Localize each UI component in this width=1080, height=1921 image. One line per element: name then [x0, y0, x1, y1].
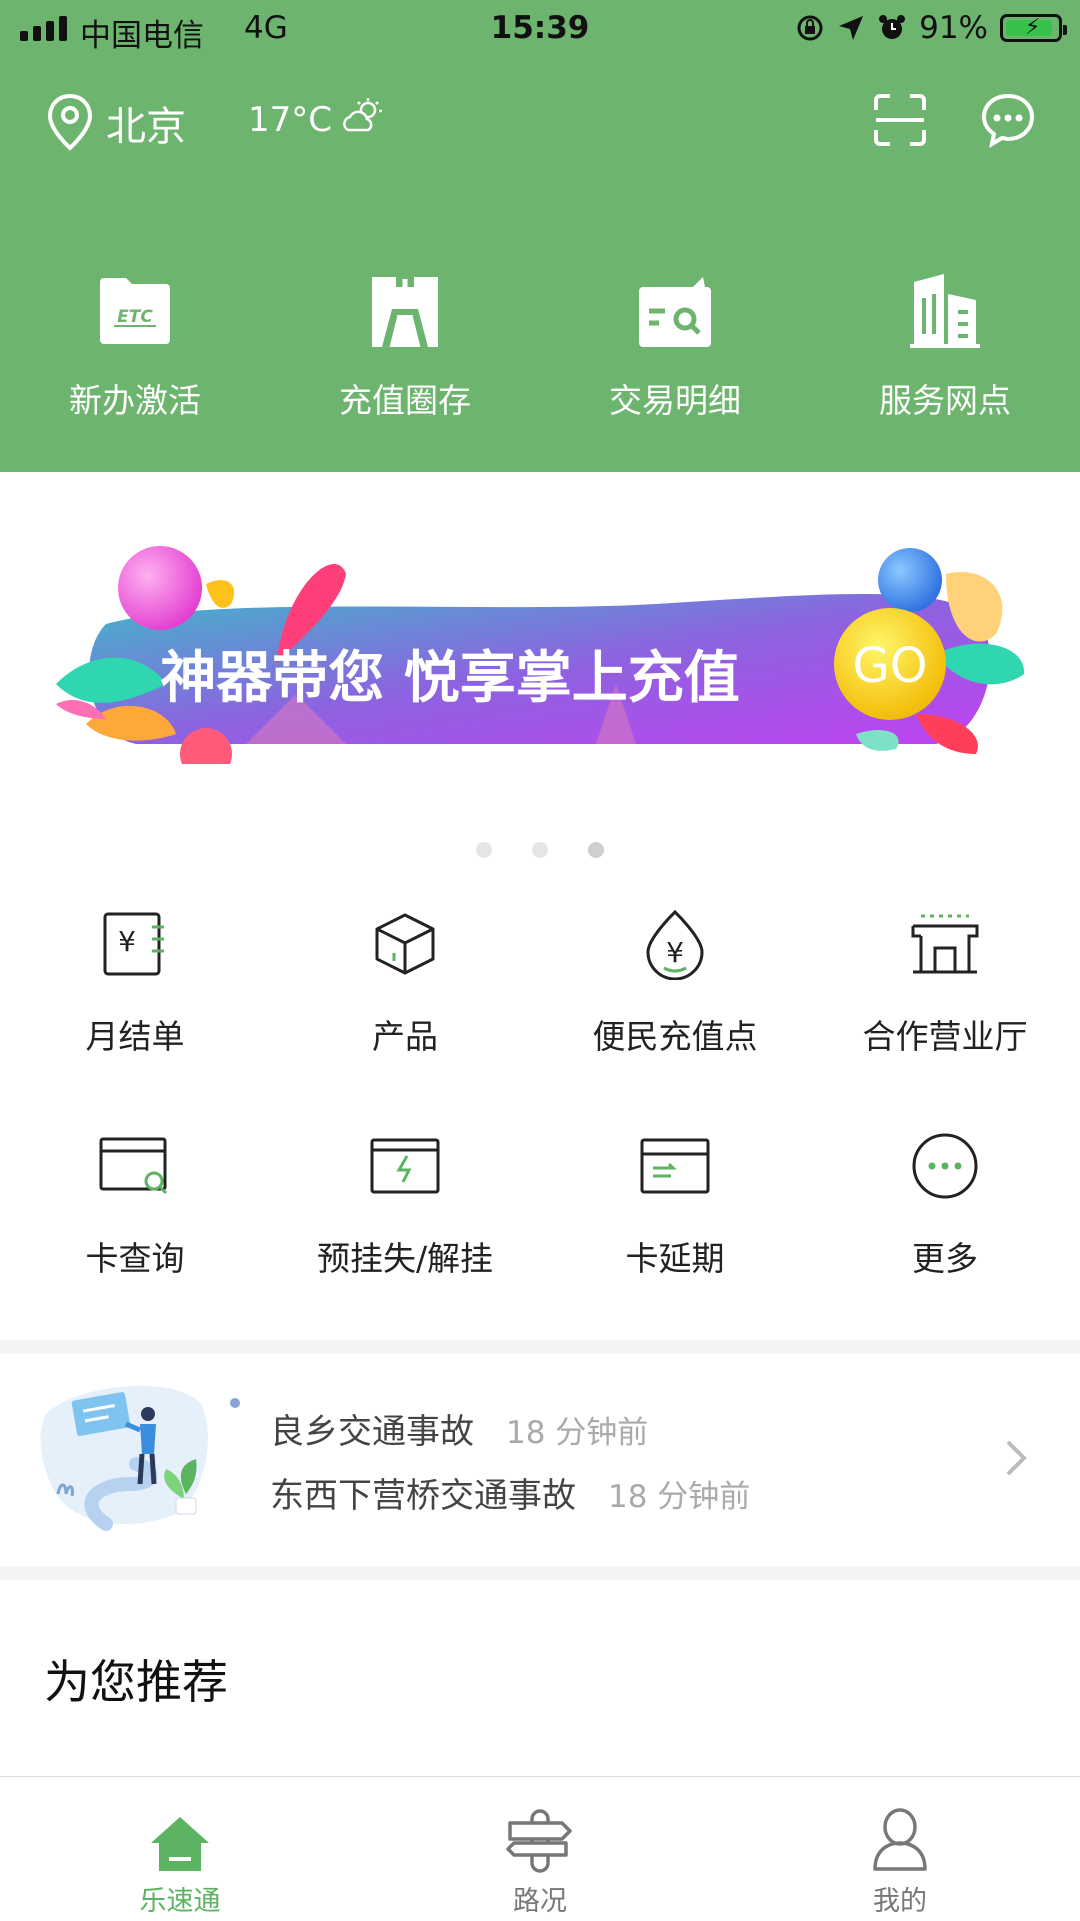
go-label: GO [853, 638, 928, 694]
carousel-dot[interactable] [476, 842, 492, 858]
news-time: 18 分钟前 [608, 1479, 751, 1515]
service-label: 卡查询 [85, 1239, 185, 1278]
store-icon [911, 914, 979, 974]
section-title-recommend: 为您推荐 [44, 1655, 228, 1709]
battery-percent: 91% [919, 10, 988, 46]
temperature: 17°C [248, 100, 333, 140]
divider [0, 1566, 1080, 1580]
service-label: 卡延期 [625, 1239, 725, 1278]
location-bar: 北京 17°C [0, 86, 1080, 156]
more-icon [912, 1133, 978, 1199]
service-label: 便民充值点 [592, 1017, 758, 1056]
service-label: 更多 [912, 1239, 978, 1278]
card-lost-icon [370, 1138, 440, 1194]
tab-home[interactable]: 乐速通 [0, 1777, 360, 1921]
location-pin-icon[interactable] [44, 92, 96, 152]
yen-drop-icon: ¥ [646, 909, 704, 980]
service-label: 合作营业厅 [862, 1017, 1028, 1056]
svg-text:¥: ¥ [666, 936, 684, 969]
news-title: 良乡交通事故 [270, 1412, 474, 1452]
chevron-right-icon[interactable] [1004, 1438, 1028, 1478]
etc-card-icon: ETC [100, 278, 170, 344]
carousel-indicator [0, 842, 1080, 858]
service-card-query[interactable]: 卡查询 [0, 1122, 270, 1344]
building-icon [910, 274, 980, 348]
service-products[interactable]: 产品 [270, 900, 540, 1122]
service-monthly-bill[interactable]: ¥ 月结单 [0, 900, 270, 1122]
quick-action-recharge[interactable]: 充值圈存 [270, 270, 540, 422]
tab-mine[interactable]: 我的 [720, 1777, 1080, 1921]
service-card-extend[interactable]: 卡延期 [540, 1122, 810, 1344]
news-item[interactable]: 良乡交通事故 18 分钟前 [270, 1404, 648, 1453]
card-extend-icon [640, 1138, 710, 1194]
quick-action-activate[interactable]: ETC 新办激活 [0, 270, 270, 422]
news-item[interactable]: 东西下营桥交通事故 18 分钟前 [270, 1468, 750, 1517]
service-label: 产品 [372, 1017, 438, 1056]
quick-action-label: 充值圈存 [339, 381, 471, 420]
service-grid: ¥ 月结单 产品 ¥ 便民充值点 合作营业厅 卡查询 预挂失/解挂 卡延期 更多 [0, 900, 1080, 1344]
service-label: 月结单 [85, 1017, 185, 1056]
service-label: 预挂失/解挂 [316, 1239, 494, 1278]
quick-actions: ETC 新办激活 充值圈存 交易明细 服务网点 [0, 270, 1080, 422]
traffic-news[interactable]: 良乡交通事故 18 分钟前 东西下营桥交通事故 18 分钟前 [0, 1352, 1080, 1566]
promo-banner[interactable]: 神器带您 悦享掌上充值 GO [56, 544, 1024, 764]
transaction-search-icon [639, 277, 711, 347]
partly-cloudy-icon [343, 98, 382, 132]
carousel-dot[interactable] [588, 842, 604, 858]
recharge-icon [372, 277, 438, 348]
message-icon[interactable] [980, 92, 1036, 148]
quick-action-service-points[interactable]: 服务网点 [810, 270, 1080, 422]
signpost-icon [506, 1809, 572, 1873]
user-icon [873, 1808, 927, 1871]
tab-bar: 乐速通 路况 我的 [0, 1776, 1080, 1921]
svg-text:¥: ¥ [118, 925, 136, 958]
traffic-illustration [40, 1385, 208, 1531]
tab-label: 乐速通 [139, 1886, 221, 1917]
quick-action-label: 新办激活 [69, 381, 201, 420]
alarm-icon [879, 15, 906, 39]
city-name[interactable]: 北京 [106, 94, 186, 152]
box-icon [375, 913, 435, 975]
service-partner-halls[interactable]: 合作营业厅 [810, 900, 1080, 1122]
bill-icon: ¥ [103, 912, 164, 976]
tab-label: 路况 [513, 1886, 567, 1917]
quick-action-transactions[interactable]: 交易明细 [540, 270, 810, 422]
quick-action-label: 服务网点 [879, 381, 1011, 420]
service-report-loss[interactable]: 预挂失/解挂 [270, 1122, 540, 1344]
carousel-dot[interactable] [532, 842, 548, 858]
home-icon [151, 1817, 209, 1871]
location-arrow-icon [839, 16, 864, 40]
service-recharge-points[interactable]: ¥ 便民充值点 [540, 900, 810, 1122]
rotation-lock-icon [797, 15, 823, 41]
news-title: 东西下营桥交通事故 [270, 1476, 576, 1516]
svg-text:ETC: ETC [117, 307, 153, 327]
service-more[interactable]: 更多 [810, 1122, 1080, 1344]
scan-icon[interactable] [872, 92, 928, 148]
battery-icon: ⚡ [1000, 14, 1067, 42]
tab-traffic[interactable]: 路况 [360, 1777, 720, 1921]
unread-dot [230, 1398, 240, 1408]
news-time: 18 分钟前 [506, 1415, 649, 1451]
quick-action-label: 交易明细 [609, 381, 741, 420]
banner-headline: 神器带您 悦享掌上充值 [160, 646, 740, 711]
card-search-icon [99, 1137, 168, 1195]
status-bar: 中国电信 4G 15:39 91% ⚡ [0, 0, 1080, 60]
tab-label: 我的 [873, 1886, 927, 1917]
